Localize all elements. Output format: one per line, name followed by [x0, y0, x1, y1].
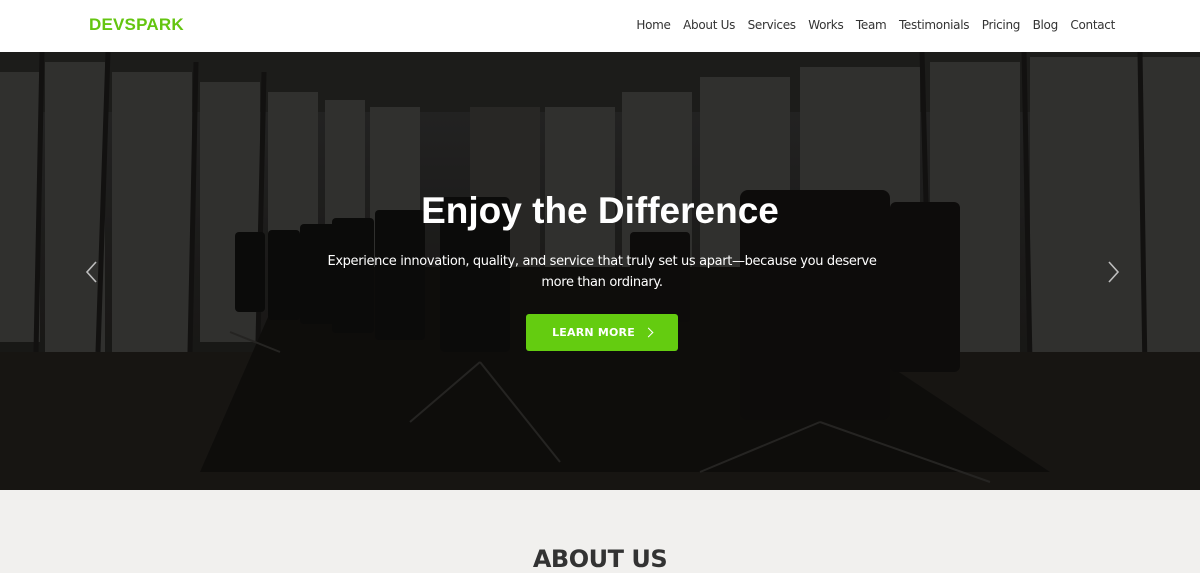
nav-item-pricing[interactable]: Pricing [982, 18, 1021, 32]
hero-title: Enjoy the Difference [421, 190, 779, 231]
nav-item-home[interactable]: Home [636, 18, 671, 32]
nav-item-testimonials[interactable]: Testimonials [899, 18, 970, 32]
about-section: ABOUT US [0, 490, 1200, 573]
brand-logo[interactable]: DEVSPARK [89, 15, 184, 35]
nav-item-works[interactable]: Works [808, 18, 843, 32]
slider-prev-button[interactable] [84, 260, 100, 284]
nav-item-blog[interactable]: Blog [1033, 18, 1059, 32]
top-navbar: DEVSPARK Home About Us Services Works Te… [0, 0, 1200, 52]
slider-next-button[interactable] [1105, 260, 1121, 284]
nav-item-services[interactable]: Services [748, 18, 797, 32]
chevron-right-icon [1108, 261, 1120, 283]
main-nav: Home About Us Services Works Team Testim… [624, 18, 1115, 32]
hero-subtitle: Experience innovation, quality, and serv… [327, 254, 877, 290]
nav-item-contact[interactable]: Contact [1070, 18, 1115, 32]
nav-item-team[interactable]: Team [856, 18, 887, 32]
learn-more-button[interactable]: LEARN MORE [526, 314, 678, 351]
nav-item-about-us[interactable]: About Us [683, 18, 735, 32]
learn-more-label: LEARN MORE [552, 326, 635, 339]
hero-slider: Enjoy the Difference Experience innovati… [0, 52, 1200, 490]
chevron-left-icon [85, 261, 97, 283]
chevron-right-icon [643, 327, 654, 338]
